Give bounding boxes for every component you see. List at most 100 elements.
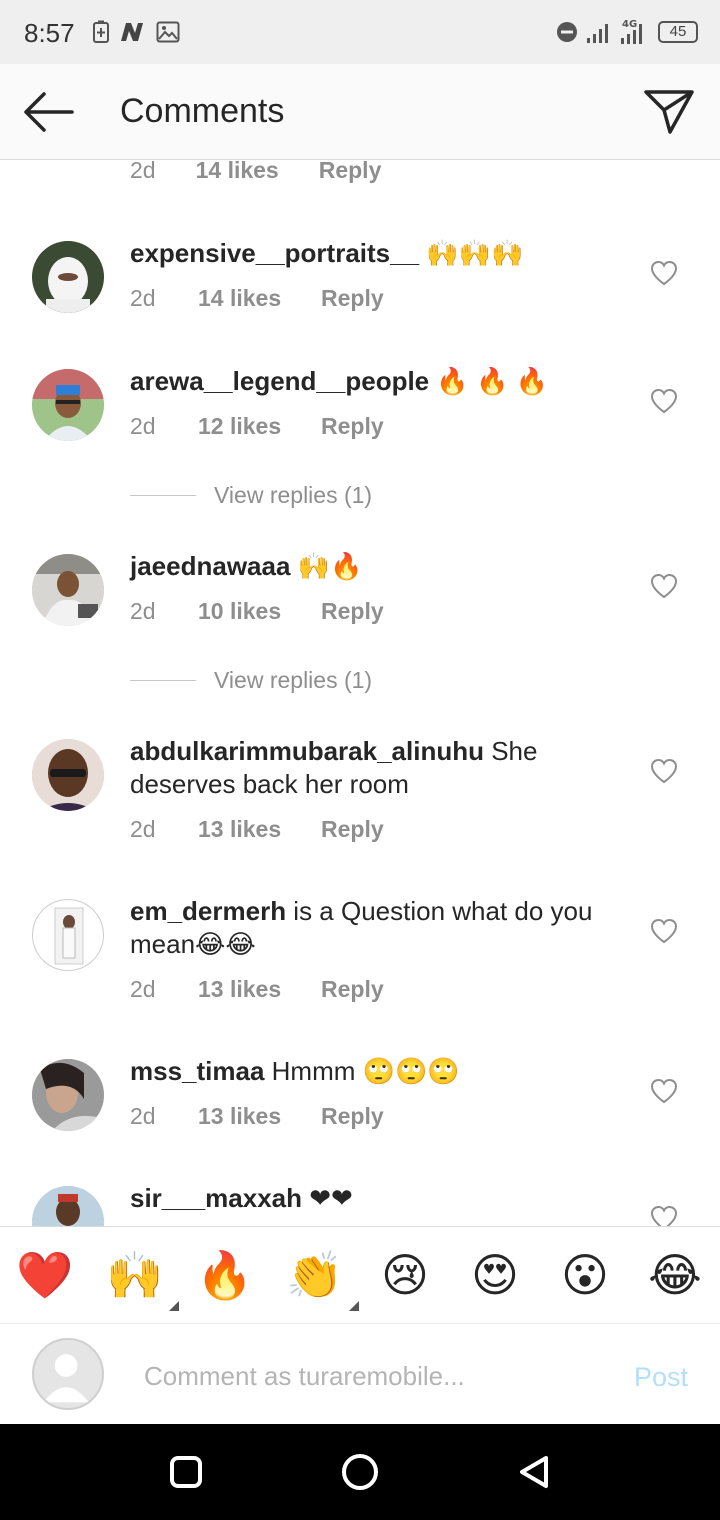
comment-input[interactable]	[144, 1354, 584, 1398]
recents-square-icon[interactable]	[164, 1450, 208, 1494]
top-app-bar: Comments	[0, 64, 720, 160]
heart-eyes-icon[interactable]: 😍	[465, 1245, 525, 1305]
comment-message: ❤❤	[302, 1183, 353, 1213]
avatar[interactable]	[32, 369, 104, 441]
comment-list[interactable]: 2d 14 likes Reply expensive__portraits__…	[0, 160, 720, 1226]
comment-username[interactable]: abdulkarimmubarak_alinuhu	[130, 736, 484, 766]
back-triangle-icon[interactable]	[512, 1450, 556, 1494]
comment-likes[interactable]: 14 likes	[198, 285, 321, 312]
reply-button[interactable]: Reply	[321, 976, 384, 1003]
default-avatar-icon	[43, 1354, 89, 1403]
reply-button[interactable]: Reply	[321, 816, 384, 843]
avatar[interactable]	[32, 899, 104, 971]
comment-time: 2d	[130, 285, 156, 311]
surprised-face-icon[interactable]: 😮	[555, 1245, 615, 1305]
avatar[interactable]	[32, 241, 104, 313]
variant-indicator-icon	[349, 1301, 359, 1311]
comment-text: jaeednawaaa 🙌🔥	[130, 550, 630, 583]
user-avatar[interactable]	[32, 1338, 104, 1410]
arrow-left-icon[interactable]	[20, 86, 76, 138]
comment-likes[interactable]: 10 likes	[198, 598, 321, 625]
crying-face-icon[interactable]: 😢	[375, 1245, 435, 1305]
system-nav-bar	[0, 1424, 720, 1520]
comment-message: Hmmm 🙄🙄🙄	[264, 1056, 460, 1086]
reaction-emoji: 👏	[286, 1248, 344, 1302]
partial-comment-meta: 2d 14 likes Reply	[130, 160, 381, 184]
comment-likes[interactable]: 13 likes	[198, 976, 321, 1003]
comment-likes[interactable]: 14 likes	[196, 160, 279, 184]
status-notification-icons	[92, 20, 180, 44]
comment-likes[interactable]: 13 likes	[198, 1103, 321, 1130]
quick-reaction-bar: ❤️ 🙌 🔥 👏 😢 😍 😮 😂	[0, 1226, 720, 1324]
comment-text: em_dermerh is a Question what do you mea…	[130, 895, 630, 961]
home-circle-icon[interactable]	[338, 1450, 382, 1494]
network-type-label: 4G	[622, 19, 637, 30]
avatar[interactable]	[32, 739, 104, 811]
like-heart-icon[interactable]	[650, 388, 678, 414]
like-heart-icon[interactable]	[650, 1205, 678, 1226]
fire-icon[interactable]: 🔥	[195, 1245, 255, 1305]
comment-time: 2d	[130, 976, 156, 1002]
comment-time: 2d	[130, 160, 156, 183]
comment-username[interactable]: em_dermerh	[130, 896, 286, 926]
raising-hands-icon[interactable]: 🙌	[105, 1245, 179, 1311]
n-app-icon	[121, 23, 143, 41]
comment-message: 🔥 🔥 🔥	[429, 366, 548, 396]
post-button[interactable]: Post	[634, 1362, 688, 1393]
view-replies-button[interactable]: View replies (1)	[130, 667, 372, 694]
signal-4g-icon: 4G	[621, 19, 642, 44]
clapping-hands-icon[interactable]: 👏	[285, 1245, 359, 1311]
reaction-emoji: 🙌	[106, 1248, 164, 1302]
comment-message: 🙌🔥	[290, 551, 363, 581]
status-system-icons: 4G 45	[556, 18, 698, 46]
reply-button[interactable]: Reply	[321, 285, 384, 312]
page-title: Comments	[120, 92, 285, 130]
comment-username[interactable]: expensive__portraits__	[130, 238, 419, 268]
divider	[130, 495, 196, 496]
comment-likes[interactable]: 12 likes	[198, 413, 321, 440]
view-replies-label: View replies (1)	[214, 482, 373, 508]
comment-meta: 2d 13 likes Reply	[130, 976, 384, 1003]
battery-saver-icon	[93, 20, 109, 43]
view-replies-label: View replies (1)	[214, 667, 373, 693]
comment-meta: 2d 12 likes Reply	[130, 413, 384, 440]
comment-meta: 2d 10 likes Reply	[130, 598, 384, 625]
gallery-icon	[156, 21, 180, 43]
comment-username[interactable]: arewa__legend__people	[130, 366, 429, 396]
laughing-tears-icon[interactable]: 😂	[645, 1245, 705, 1305]
divider	[130, 680, 196, 681]
comment-meta: 2d 13 likes Reply	[130, 816, 384, 843]
comment-text: mss_timaa Hmmm 🙄🙄🙄	[130, 1055, 630, 1088]
battery-icon: 45	[658, 21, 698, 43]
avatar[interactable]	[32, 1059, 104, 1131]
like-heart-icon[interactable]	[650, 1078, 678, 1104]
avatar[interactable]	[32, 554, 104, 626]
comment-message: 🙌🙌🙌	[419, 238, 524, 268]
comment-meta: 2d 13 likes Reply	[130, 1103, 384, 1130]
comment-time: 2d	[130, 598, 156, 624]
dnd-icon	[557, 22, 577, 42]
red-heart-icon[interactable]: ❤️	[15, 1245, 75, 1305]
send-icon[interactable]	[642, 84, 696, 138]
comment-text: abdulkarimmubarak_alinuhu She deserves b…	[130, 735, 630, 801]
reply-button[interactable]: Reply	[321, 598, 384, 625]
comment-username[interactable]: jaeednawaaa	[130, 551, 290, 581]
like-heart-icon[interactable]	[650, 758, 678, 784]
like-heart-icon[interactable]	[650, 918, 678, 944]
comment-composer: Post	[0, 1324, 720, 1424]
signal-icon	[587, 24, 608, 43]
comment-username[interactable]: mss_timaa	[130, 1056, 264, 1086]
comment-text: arewa__legend__people 🔥 🔥 🔥	[130, 365, 630, 398]
reply-button[interactable]: Reply	[321, 1103, 384, 1130]
like-heart-icon[interactable]	[650, 573, 678, 599]
view-replies-button[interactable]: View replies (1)	[130, 482, 372, 509]
comment-time: 2d	[130, 1103, 156, 1129]
reply-button[interactable]: Reply	[321, 413, 384, 440]
comment-username[interactable]: sir___maxxah	[130, 1183, 302, 1213]
comment-likes[interactable]: 13 likes	[198, 816, 321, 843]
reply-button[interactable]: Reply	[319, 160, 382, 184]
comment-time: 2d	[130, 413, 156, 439]
avatar[interactable]	[32, 1186, 104, 1226]
comment-text: expensive__portraits__ 🙌🙌🙌	[130, 237, 630, 270]
like-heart-icon[interactable]	[650, 260, 678, 286]
